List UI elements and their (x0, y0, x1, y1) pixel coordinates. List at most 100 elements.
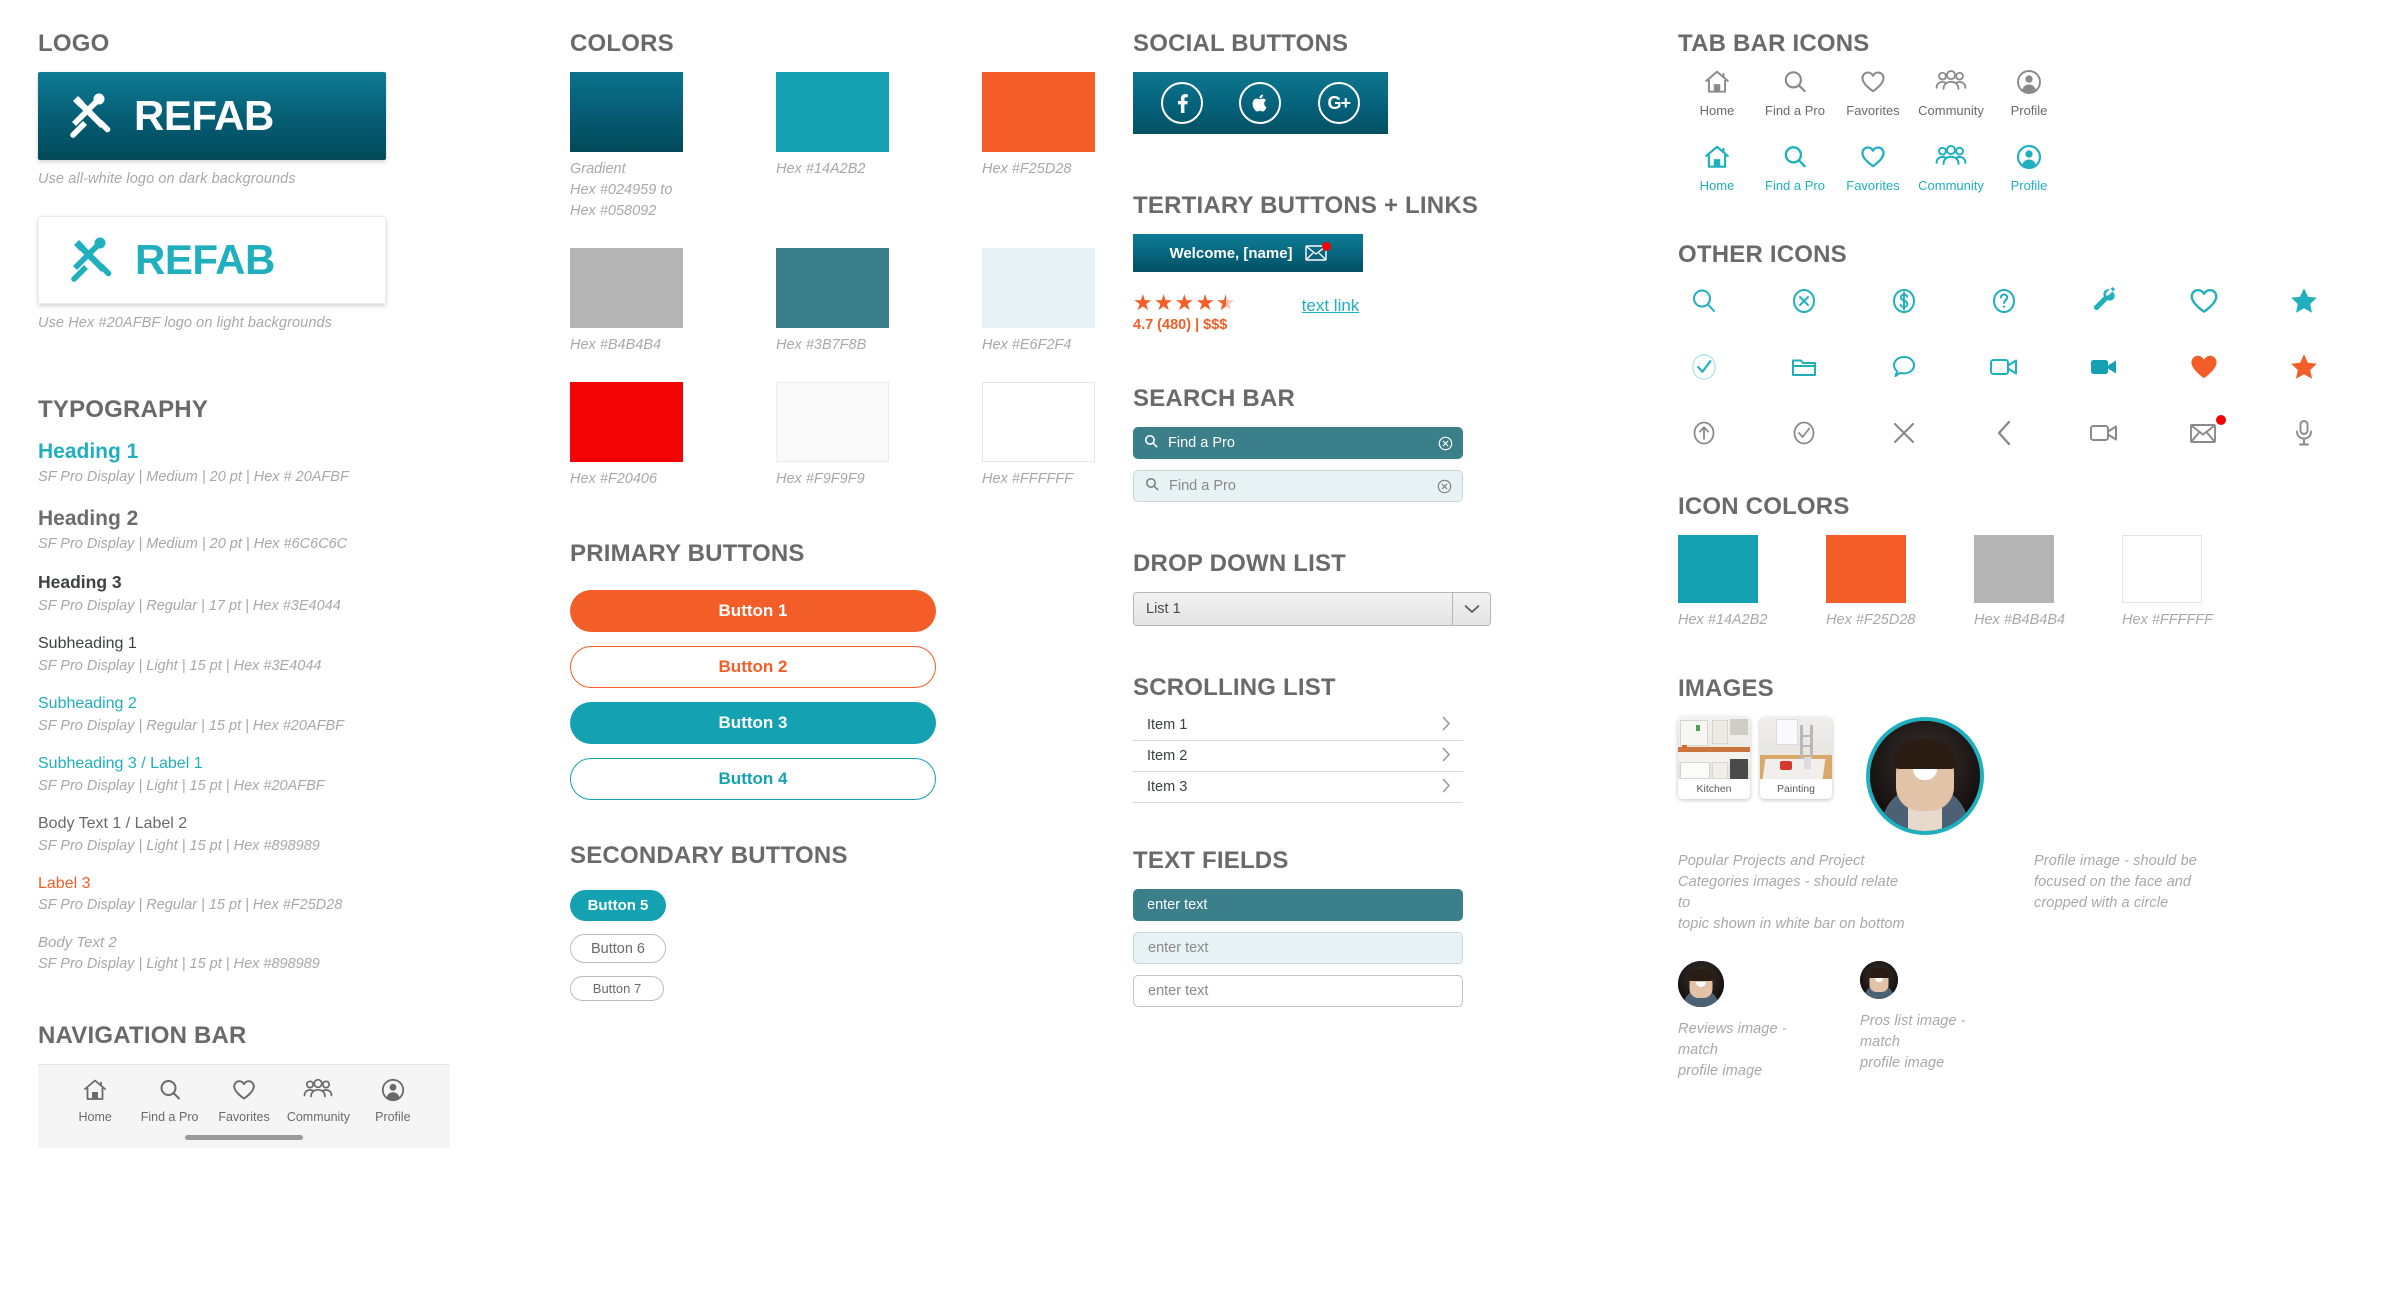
icon-color-label: Hex #B4B4B4 (1974, 612, 2066, 628)
tertiary-title: TERTIARY BUTTONS + LINKS (1133, 192, 1479, 219)
chevron-left-icon[interactable] (1978, 413, 2030, 453)
list-item[interactable]: Item 3 (1133, 772, 1463, 803)
home-icon (1703, 143, 1731, 174)
list-item[interactable]: Item 2 (1133, 741, 1463, 772)
tab-label: Home (1699, 178, 1735, 193)
text-field-white[interactable]: enter text (1133, 975, 1463, 1007)
close-x-icon[interactable] (1878, 413, 1930, 453)
nav-item-find-a-pro[interactable]: Find a Pro (132, 1077, 206, 1124)
tab-favorites-active[interactable]: Favorites (1834, 143, 1912, 193)
button-4[interactable]: Button 4 (570, 758, 936, 801)
tab-profile-active[interactable]: Profile (1990, 143, 2068, 193)
dropdown-list[interactable]: List 1 (1133, 592, 1491, 626)
thumbnails-caption: Popular Projects and Project Categories … (1678, 853, 1905, 933)
clear-icon[interactable] (1438, 436, 1453, 451)
video-outline-icon[interactable] (1978, 347, 2030, 387)
logo-dark: REFAB (38, 72, 386, 160)
chevron-right-icon (1442, 716, 1451, 735)
nav-item-profile[interactable]: Profile (356, 1077, 430, 1124)
icon-colors-title: ICON COLORS (1678, 493, 1850, 520)
video-outline-icon[interactable] (2078, 413, 2130, 453)
text-link[interactable]: text link (1302, 296, 1360, 316)
search-input-light[interactable]: Find a Pro (1133, 470, 1463, 502)
video-filled-icon[interactable] (2078, 347, 2130, 387)
tab-community[interactable]: Community (1912, 68, 1990, 118)
text-field-light[interactable]: enter text (1133, 932, 1463, 964)
welcome-button[interactable]: Welcome, [name] (1133, 234, 1363, 272)
color-swatch-label: Hex #F25D28 (982, 161, 1072, 177)
secondary-buttons-section: SECONDARY BUTTONS Button 5 Button 6 Butt… (570, 842, 1070, 1014)
chevron-down-icon[interactable] (1452, 593, 1490, 625)
dollar-circle-icon[interactable] (1878, 281, 1930, 321)
text-fields-title: TEXT FIELDS (1133, 847, 1289, 874)
tab-community-active[interactable]: Community (1912, 143, 1990, 193)
nav-item-favorites[interactable]: Favorites (207, 1077, 281, 1124)
apple-icon[interactable] (1239, 82, 1282, 124)
check-circle-icon[interactable] (1678, 347, 1730, 387)
button-1[interactable]: Button 1 (570, 590, 936, 633)
tab-find-a-pro[interactable]: Find a Pro (1756, 68, 1834, 118)
search-icon[interactable] (1678, 281, 1730, 321)
nav-item-label: Home (78, 1110, 112, 1125)
reviews-image-block: Reviews image - match profile image (1678, 961, 1788, 1082)
color-swatch-label: Hex #B4B4B4 (570, 337, 662, 354)
color-swatch-cell: Hex #F9F9F9 (776, 382, 936, 490)
type-spec: SF Pro Display | Regular | 15 pt | Hex #… (38, 897, 343, 914)
wrench-icon[interactable] (2078, 281, 2130, 321)
button-7[interactable]: Button 7 (570, 976, 664, 1002)
thumbnail-group: Kitchen Painting (1678, 717, 1832, 800)
search-icon (1144, 434, 1158, 452)
kitchen-photo (1678, 717, 1750, 780)
list-item-label: Item 3 (1147, 779, 1188, 795)
envelope-badge-icon[interactable] (2178, 413, 2230, 453)
icon-color-label: Hex #FFFFFF (2122, 612, 2214, 628)
clear-icon[interactable] (1437, 479, 1452, 494)
profile-image-reviews (1678, 961, 1724, 1008)
button-5[interactable]: Button 5 (570, 890, 666, 922)
arrow-up-circle-icon[interactable] (1678, 413, 1730, 453)
x-circle-icon[interactable] (1778, 281, 1830, 321)
type-sample: Heading 3 (38, 572, 122, 593)
star-filled-icon[interactable] (2278, 347, 2330, 387)
chat-bubble-icon[interactable] (1878, 347, 1930, 387)
tab-find-a-pro-active[interactable]: Find a Pro (1756, 143, 1834, 193)
tab-home[interactable]: Home (1678, 68, 1756, 118)
tab-home-active[interactable]: Home (1678, 143, 1756, 193)
star-filled-icon[interactable] (2278, 281, 2330, 321)
icon-color-cell: Hex #FFFFFF (2122, 535, 2270, 631)
list-item[interactable]: Item 1 (1133, 710, 1463, 741)
button-2[interactable]: Button 2 (570, 646, 936, 689)
facebook-icon[interactable] (1161, 82, 1204, 124)
google-plus-icon[interactable]: G+ (1317, 82, 1360, 124)
check-circle-icon[interactable] (1778, 413, 1830, 453)
button-6[interactable]: Button 6 (570, 934, 666, 964)
icon-colors-section: ICON COLORS Hex #14A2B2 Hex #F25D28 Hex … (1678, 493, 2378, 631)
nav-item-community[interactable]: Community (281, 1077, 355, 1124)
button-3[interactable]: Button 3 (570, 702, 936, 745)
nav-item-home[interactable]: Home (58, 1077, 132, 1124)
heart-filled-icon[interactable] (2178, 347, 2230, 387)
color-swatch-cell: Hex #14A2B2 (776, 72, 936, 222)
tab-favorites[interactable]: Favorites (1834, 68, 1912, 118)
star-filled-icon: ★ (1195, 290, 1215, 315)
logo-section: LOGO REFAB Use all-white logo on dark ba… (38, 30, 558, 334)
color-swatch (982, 248, 1095, 329)
question-circle-icon[interactable] (1978, 281, 2030, 321)
profile-caption: Profile image - should be focused on the… (2034, 853, 2197, 912)
thumbnail-painting[interactable]: Painting (1760, 717, 1832, 800)
community-icon (1935, 143, 1967, 174)
search-input-dark[interactable]: Find a Pro (1133, 427, 1463, 459)
folder-icon[interactable] (1778, 347, 1830, 387)
tertiary-section: TERTIARY BUTTONS + LINKS Welcome, [name]… (1133, 192, 1663, 333)
type-spec: SF Pro Display | Regular | 17 pt | Hex #… (38, 597, 341, 614)
community-icon (1935, 68, 1967, 99)
pros-image-block: Pros list image - match profile image (1860, 961, 1970, 1074)
tab-profile[interactable]: Profile (1990, 68, 2068, 118)
type-sample: Subheading 3 / Label 1 (38, 755, 203, 773)
thumbnail-kitchen[interactable]: Kitchen (1678, 717, 1750, 800)
logo-dark-caption: Use all-white logo on dark backgrounds (38, 171, 296, 187)
images-section: IMAGES Kitchen Painting Popular Projects… (1678, 675, 2378, 1082)
microphone-icon[interactable] (2278, 413, 2330, 453)
heart-outline-icon[interactable] (2178, 281, 2230, 321)
text-field-dark[interactable]: enter text (1133, 889, 1463, 921)
